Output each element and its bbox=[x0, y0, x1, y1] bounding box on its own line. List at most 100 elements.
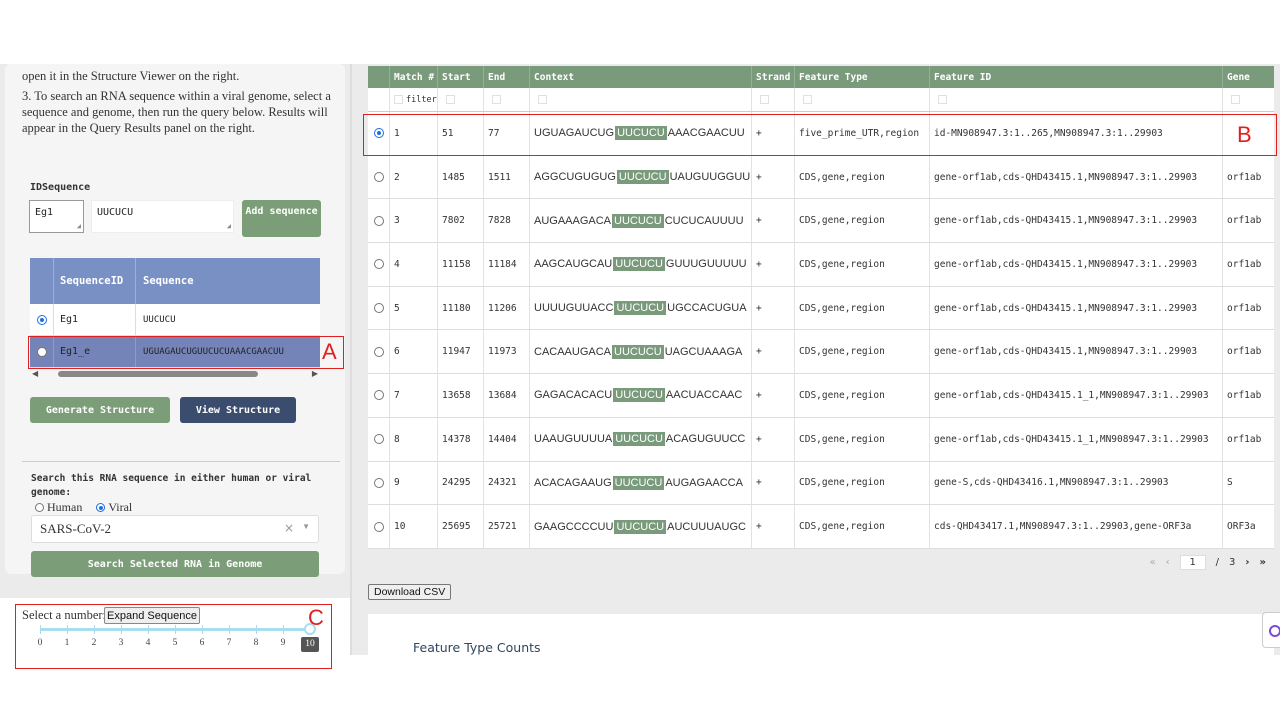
row-select-cell[interactable] bbox=[368, 461, 390, 505]
cell-context: AGGCUGUGUG UUCUCU UAUGUUGGUU bbox=[530, 155, 752, 199]
header-match[interactable]: Match # bbox=[390, 66, 438, 88]
filter-cell[interactable] bbox=[752, 88, 795, 111]
table-row[interactable]: 3 7802 7828 AUGAAAGACA UUCUCU CUCUCAUUUU + CDS,… bbox=[368, 199, 1274, 244]
table-row[interactable]: 6 11947 11973 CACAAUGACA UUCUCU UAGCUAAAGA + CD… bbox=[368, 330, 1274, 375]
filter-cell[interactable] bbox=[530, 88, 752, 111]
row-select-cell[interactable] bbox=[368, 330, 390, 374]
cell-strand: + bbox=[752, 286, 795, 330]
cell-context: GAAGCCCCUU UUCUCU AUCUUUAUGC bbox=[530, 505, 752, 548]
next-page-icon[interactable]: › bbox=[1245, 557, 1249, 568]
header-feature-id[interactable]: Feature ID bbox=[930, 66, 1223, 88]
radio-icon[interactable] bbox=[373, 303, 384, 314]
last-page-icon[interactable]: » bbox=[1260, 557, 1266, 568]
row-select-cell[interactable] bbox=[368, 374, 390, 417]
toggle-icon[interactable] bbox=[1269, 625, 1280, 637]
radio-human-icon[interactable] bbox=[35, 503, 44, 512]
row-select-cell[interactable] bbox=[30, 304, 54, 335]
cell-gene: orf1ab bbox=[1227, 346, 1262, 358]
radio-viral-icon[interactable] bbox=[96, 503, 106, 512]
radio-selected-icon[interactable] bbox=[36, 314, 47, 325]
context-suffix: UAGCUAAAGA bbox=[664, 345, 743, 358]
horizontal-scrollbar[interactable]: ◀ ▶ bbox=[30, 368, 320, 380]
filter-cell[interactable] bbox=[795, 88, 930, 111]
table-row[interactable]: 8 14378 14404 UAAUGUUUUA UUCUCU ACAGUGUUCC + CD… bbox=[368, 417, 1274, 462]
view-structure-button[interactable]: View Structure bbox=[180, 397, 296, 423]
row-select-cell[interactable] bbox=[368, 417, 390, 461]
sequence-id-input[interactable]: Eg1 ◢ bbox=[29, 200, 84, 233]
cell-feature-type: CDS,gene,region bbox=[795, 243, 930, 286]
header-end[interactable]: End bbox=[484, 66, 530, 88]
filter-cell[interactable] bbox=[438, 88, 484, 111]
radio-human-label[interactable]: Human bbox=[47, 500, 82, 515]
radio-icon[interactable] bbox=[373, 477, 384, 488]
filter-input[interactable] bbox=[803, 95, 812, 104]
radio-icon[interactable] bbox=[373, 172, 384, 183]
genome-select[interactable]: SARS-CoV-2 × ▼ bbox=[31, 515, 319, 543]
cell-strand: + bbox=[752, 330, 795, 374]
filter-input[interactable] bbox=[394, 95, 403, 104]
table-row[interactable]: 7 13658 13684 GAGACACACU UUCUCU AACUACCAAC + CD… bbox=[368, 374, 1274, 418]
row-select-cell[interactable] bbox=[368, 155, 390, 199]
clear-icon[interactable]: × bbox=[284, 521, 294, 535]
header-context[interactable]: Context bbox=[530, 66, 752, 88]
generate-structure-button[interactable]: Generate Structure bbox=[30, 397, 170, 423]
radio-icon[interactable] bbox=[373, 346, 384, 357]
filter-input[interactable] bbox=[938, 95, 947, 104]
radio-icon[interactable] bbox=[373, 390, 384, 401]
sequence-table-header: SequenceID Sequence bbox=[30, 258, 320, 304]
filter-cell bbox=[368, 88, 390, 111]
filter-cell[interactable] bbox=[1223, 88, 1274, 111]
filter-cell[interactable]: filter bbox=[390, 88, 438, 111]
table-row[interactable]: 4 11158 11184 AAGCAUGCAU UUCUCU GUUUGUUUUU + CD… bbox=[368, 243, 1274, 287]
scroll-thumb[interactable] bbox=[58, 371, 258, 377]
radio-icon[interactable] bbox=[373, 521, 384, 532]
scroll-left-icon[interactable]: ◀ bbox=[32, 369, 38, 378]
radio-icon[interactable] bbox=[373, 434, 384, 445]
cell-context: AUGAAAGACA UUCUCU CUCUCAUUUU bbox=[530, 199, 752, 243]
header-strand[interactable]: Strand bbox=[752, 66, 795, 88]
table-row[interactable]: 2 1485 1511 AGGCUGUGUG UUCUCU UAUGUUGGUU + CDS,… bbox=[368, 155, 1274, 200]
filter-input[interactable] bbox=[538, 95, 547, 104]
prev-page-icon[interactable]: ‹ bbox=[1166, 557, 1170, 568]
cell-end: 13684 bbox=[484, 374, 530, 417]
filter-cell[interactable] bbox=[930, 88, 1223, 111]
add-sequence-button[interactable]: Add sequence bbox=[242, 200, 321, 237]
page-number-input[interactable]: 1 bbox=[1179, 555, 1206, 570]
resize-grip-icon[interactable]: ◢ bbox=[227, 223, 231, 230]
row-select-cell[interactable] bbox=[368, 286, 390, 330]
table-row[interactable]: 10 25695 25721 GAAGCCCCUU UUCUCU AUCUUUAUGC + C… bbox=[368, 505, 1274, 549]
header-start[interactable]: Start bbox=[438, 66, 484, 88]
sequence-input[interactable]: UUCUCU ◢ bbox=[91, 200, 234, 233]
first-page-icon[interactable]: « bbox=[1150, 557, 1156, 568]
resize-grip-icon[interactable]: ◢ bbox=[77, 223, 81, 230]
cell-strand: + bbox=[752, 417, 795, 461]
side-panel-toggle[interactable] bbox=[1262, 612, 1280, 648]
radio-icon[interactable] bbox=[373, 215, 384, 226]
filter-input[interactable] bbox=[492, 95, 501, 104]
cell-start: 11180 bbox=[438, 286, 484, 330]
header-sequence[interactable]: Sequence bbox=[136, 258, 320, 304]
radio-viral-label[interactable]: Viral bbox=[108, 500, 132, 515]
cell-start: 25695 bbox=[438, 505, 484, 548]
download-csv-button[interactable]: Download CSV bbox=[368, 584, 452, 600]
cell-feature-id: gene-orf1ab,cds-QHD43415.1,MN908947.3:1.… bbox=[930, 243, 1223, 286]
row-select-cell[interactable] bbox=[368, 505, 390, 548]
filter-cell[interactable] bbox=[484, 88, 530, 111]
row-select-cell[interactable] bbox=[368, 199, 390, 243]
annotation-label-c: C bbox=[308, 605, 324, 630]
row-select-cell[interactable] bbox=[368, 243, 390, 286]
filter-input[interactable] bbox=[1231, 95, 1240, 104]
header-gene[interactable]: Gene bbox=[1223, 66, 1274, 88]
chevron-down-icon[interactable]: ▼ bbox=[302, 522, 310, 531]
table-row[interactable]: 5 11180 11206 UUUUGUUACC UUCUCU UGCCACUGUA + CD… bbox=[368, 286, 1274, 331]
instructions-line-1: open it in the Structure Viewer on the r… bbox=[22, 69, 240, 83]
radio-icon[interactable] bbox=[373, 259, 384, 270]
header-sequence-id[interactable]: SequenceID bbox=[54, 258, 136, 304]
search-genome-button[interactable]: Search Selected RNA in Genome bbox=[31, 551, 319, 577]
sequence-row[interactable]: Eg1 UUCUCU bbox=[30, 304, 320, 336]
header-feature-type[interactable]: Feature Type bbox=[795, 66, 930, 88]
filter-input[interactable] bbox=[760, 95, 769, 104]
table-row[interactable]: 9 24295 24321 ACACAGAAUG UUCUCU AUGAGAACCA + CD… bbox=[368, 461, 1274, 506]
scroll-right-icon[interactable]: ▶ bbox=[312, 369, 318, 378]
filter-input[interactable] bbox=[446, 95, 455, 104]
